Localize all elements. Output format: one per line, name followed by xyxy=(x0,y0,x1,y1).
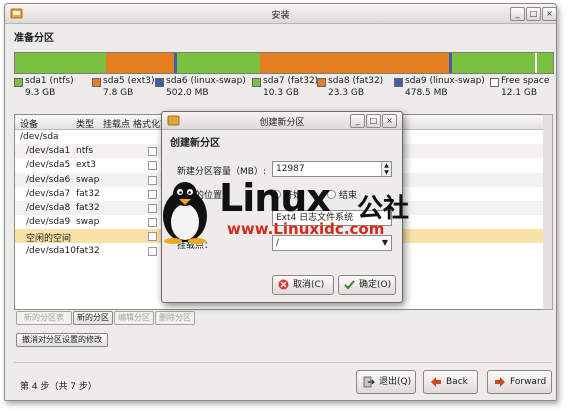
quit-icon xyxy=(363,376,375,388)
device-cell: /dev/sda9 xyxy=(26,217,71,228)
watermark: Linux 公社 www.Linuxidc.com xyxy=(157,176,417,246)
partition-legend: sda1 (ntfs) 9.3 GB sda5 (ext3) 7.8 GB sda6 (… xyxy=(14,76,554,100)
title-bar: 安装 _ □ × xyxy=(5,4,557,24)
type-cell: fat32 xyxy=(76,245,100,256)
device-cell: /dev/sda5 xyxy=(26,160,71,171)
cancel-label: 取消(C) xyxy=(293,280,325,290)
minimize-button[interactable]: _ xyxy=(510,7,525,21)
legend-name: sda6 (linux-swap) xyxy=(166,76,246,86)
edit-partition-button[interactable]: 编辑分区 xyxy=(114,311,154,325)
footer-separator xyxy=(14,362,552,363)
legend-name: sda8 (fat32) xyxy=(328,76,384,86)
device-cell: /dev/sda7 xyxy=(26,188,71,199)
dialog-title-bar: 创建新分区 _ □ × xyxy=(162,112,402,130)
undo-changes-button[interactable]: 撤消对分区设置的修改 xyxy=(16,333,108,347)
arrow-left-icon xyxy=(431,377,441,387)
type-cell: ext3 xyxy=(76,160,96,171)
type-cell: swap xyxy=(76,217,100,228)
type-cell: fat32 xyxy=(76,188,100,199)
legend-size: 9.3 GB xyxy=(25,88,56,98)
legend-size: 7.8 GB xyxy=(103,88,134,98)
partition-segment xyxy=(536,53,553,73)
legend-name: sda1 (ntfs) xyxy=(25,76,74,86)
penguin-logo-icon xyxy=(163,182,207,244)
format-checkbox[interactable] xyxy=(148,147,157,157)
window-title: 安装 xyxy=(271,11,290,21)
ok-icon xyxy=(344,280,355,290)
legend-swatch xyxy=(14,78,23,87)
partition-segment xyxy=(15,53,107,73)
back-label: Back xyxy=(446,377,468,387)
legend-size: 12.1 GB xyxy=(501,88,538,98)
format-checkbox[interactable] xyxy=(148,218,157,228)
cancel-button[interactable]: 取消(C) xyxy=(272,275,334,295)
legend-swatch xyxy=(155,78,164,87)
legend-swatch xyxy=(252,78,261,87)
quit-label: 退出(Q) xyxy=(379,377,412,387)
size-field[interactable]: 12987 ▲ ▼ xyxy=(272,161,392,177)
format-checkbox[interactable] xyxy=(148,189,157,199)
col-device[interactable]: 设备 xyxy=(20,117,38,130)
new-partition-button[interactable]: 新的分区 xyxy=(73,311,113,325)
device-cell: /dev/sda xyxy=(20,132,59,142)
device-cell: /dev/sda6 xyxy=(26,174,71,185)
ok-button[interactable]: 确定(O) xyxy=(338,275,396,295)
device-cell: 空闲的空间 xyxy=(26,234,72,245)
delete-partition-button[interactable]: 删除分区 xyxy=(155,311,195,325)
legend-swatch xyxy=(394,78,403,87)
partition-segment xyxy=(176,53,261,73)
partition-segment xyxy=(451,53,536,73)
format-checkbox[interactable] xyxy=(148,246,157,256)
device-cell: /dev/sda10 xyxy=(26,245,77,256)
format-checkbox[interactable] xyxy=(148,161,157,171)
dialog-close-button[interactable]: × xyxy=(382,114,397,128)
device-cell: /dev/sda8 xyxy=(26,203,71,213)
table-scrollbar[interactable] xyxy=(543,114,553,310)
legend-name: sda5 (ext3) xyxy=(103,76,155,86)
legend-size: 502.0 MB xyxy=(166,88,209,98)
legend-name: sda9 (linux-swap) xyxy=(405,76,485,86)
cancel-icon xyxy=(278,279,289,290)
forward-button[interactable]: Forward xyxy=(487,370,552,394)
step-indicator: 第 4 步（共 7 步） xyxy=(20,382,97,392)
type-cell: ntfs xyxy=(76,146,94,157)
format-checkbox[interactable] xyxy=(148,204,157,213)
new-partition-table-button[interactable]: 新的分区表 xyxy=(16,311,72,325)
format-checkbox[interactable] xyxy=(148,232,157,242)
size-spinner[interactable]: ▲ ▼ xyxy=(381,162,391,176)
partition-segment xyxy=(106,53,174,73)
format-checkbox[interactable] xyxy=(148,175,157,185)
dialog-minimize-button[interactable]: _ xyxy=(350,114,365,128)
legend-size: 23.3 GB xyxy=(328,88,365,98)
legend-size: 10.3 GB xyxy=(263,88,300,98)
legend-size: 478.5 MB xyxy=(405,88,448,98)
legend-name: Free space xyxy=(501,76,550,86)
col-type[interactable]: 类型 xyxy=(76,117,94,130)
watermark-url: www.Linuxidc.com xyxy=(227,220,385,238)
arrow-right-icon xyxy=(495,377,505,387)
legend-swatch xyxy=(92,78,101,87)
legend-swatch xyxy=(490,78,499,87)
type-cell: swap xyxy=(76,174,100,185)
page-title: 准备分区 xyxy=(14,33,54,44)
forward-label: Forward xyxy=(510,377,547,387)
size-value: 12987 xyxy=(276,164,305,174)
legend-name: sda7 (fat32) xyxy=(263,76,319,86)
close-button[interactable]: × xyxy=(542,7,557,21)
dialog-maximize-button[interactable]: □ xyxy=(366,114,381,128)
col-mount[interactable]: 挂载点 xyxy=(103,117,130,130)
type-cell: fat32 xyxy=(76,203,100,213)
quit-button[interactable]: 退出(Q) xyxy=(356,370,416,394)
back-button[interactable]: Back xyxy=(423,370,478,394)
dialog-heading: 创建新分区 xyxy=(170,138,220,149)
watermark-brand: Linux xyxy=(219,176,331,220)
maximize-button[interactable]: □ xyxy=(526,7,541,21)
partition-segment xyxy=(260,53,449,73)
legend-swatch xyxy=(317,78,326,87)
partition-bar xyxy=(14,52,554,74)
ok-label: 确定(O) xyxy=(359,280,392,290)
device-cell: /dev/sda1 xyxy=(26,146,71,157)
